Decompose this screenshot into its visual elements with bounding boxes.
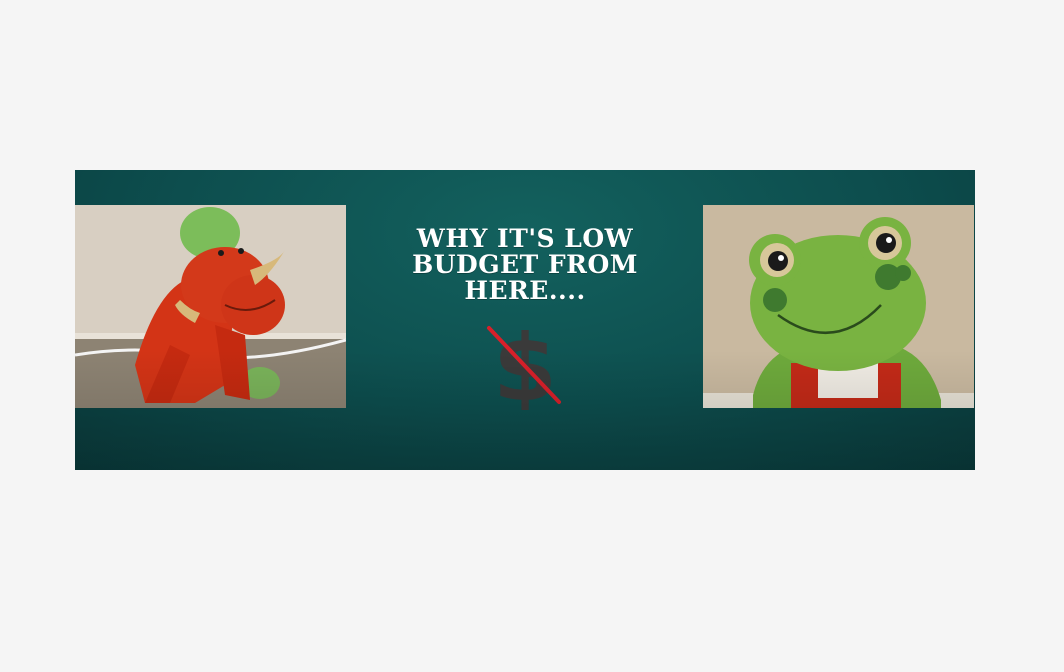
frog-plush-image <box>703 205 974 408</box>
channel-banner: WHY IT'S LOW BUDGET FROM HERE.... $ <box>75 170 975 470</box>
banner-headline: WHY IT'S LOW BUDGET FROM HERE.... <box>412 224 638 305</box>
frog-plush-photo <box>703 205 974 408</box>
camel-plush-photo <box>75 205 346 408</box>
no-money-icon: $ <box>483 318 567 410</box>
camel-plush-image <box>75 205 346 408</box>
